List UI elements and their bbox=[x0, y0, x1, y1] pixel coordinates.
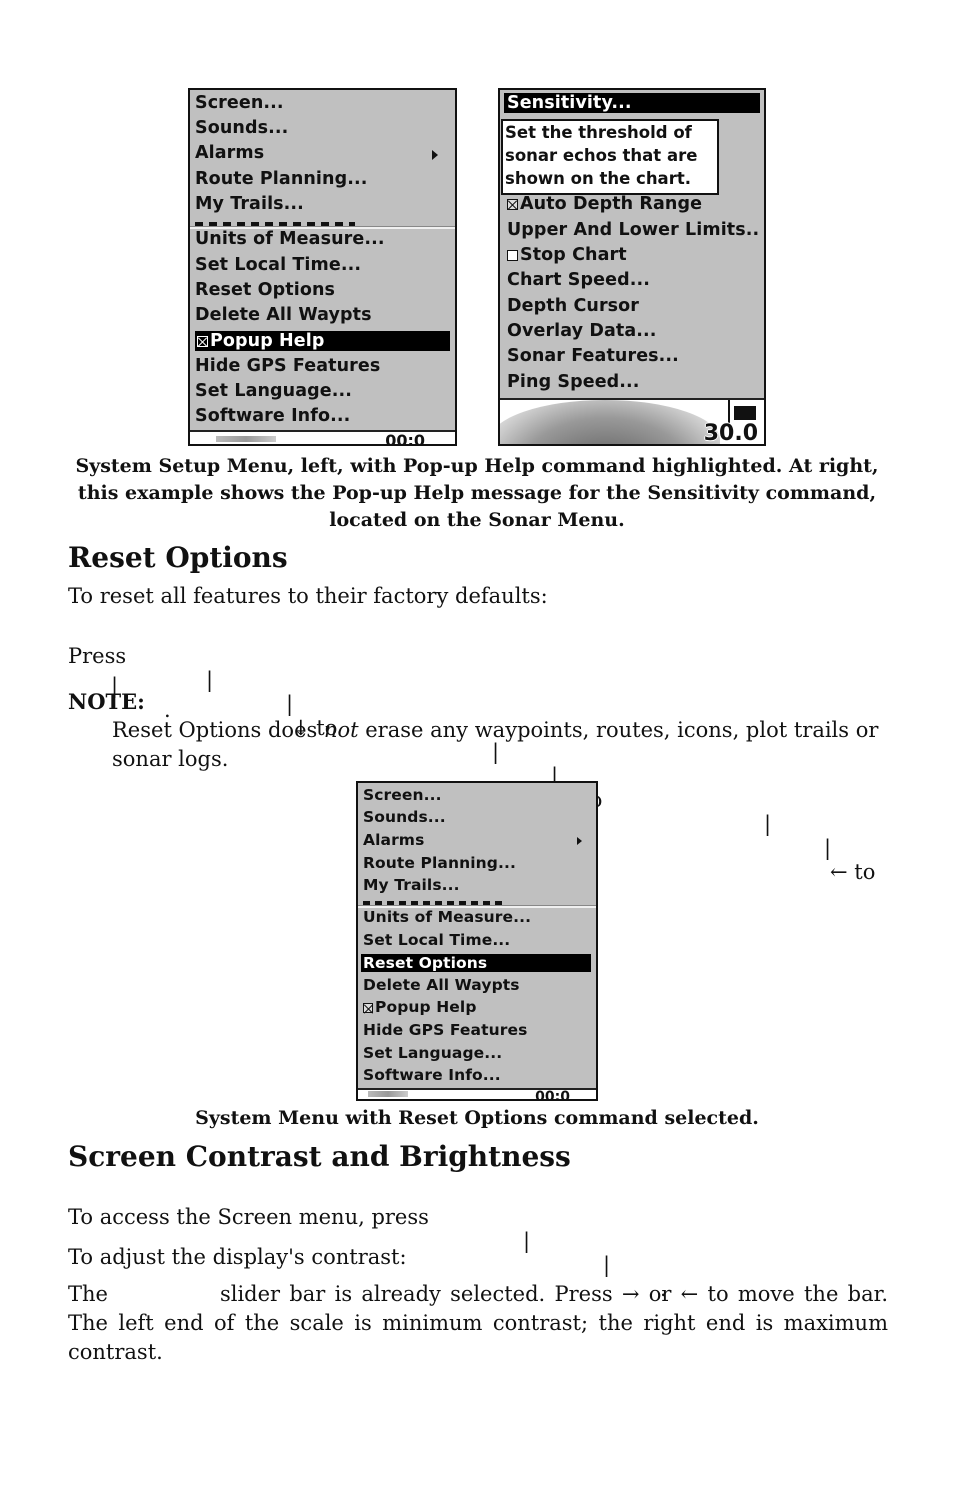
popup-help-line-1: Set the threshold of bbox=[505, 123, 692, 142]
menu-item-set-local-time: Set Local Time... bbox=[363, 931, 511, 949]
checkbox-checked-icon bbox=[507, 199, 518, 210]
menu-item-my-trails: My Trails... bbox=[363, 876, 460, 894]
adjust-contrast-the: The bbox=[68, 1282, 108, 1306]
menu-item-chart-speed: Chart Speed... bbox=[507, 270, 650, 290]
menu-item-stop-chart: Stop Chart bbox=[507, 245, 759, 265]
menu-item-alarms-label: Alarms bbox=[363, 831, 425, 849]
menu-item-sounds: Sounds... bbox=[195, 118, 289, 138]
submenu-arrow-icon bbox=[432, 150, 438, 160]
menu-item-ping-speed: Ping Speed... bbox=[507, 372, 640, 392]
footer-readout: 00:0 bbox=[385, 431, 425, 446]
system-menu-reset-screenshot: Screen... Sounds... Alarms Route Plannin… bbox=[356, 781, 598, 1101]
menu-item-set-language: Set Language... bbox=[363, 1044, 503, 1062]
reset-options-heading: Reset Options bbox=[68, 541, 288, 574]
menu-footer-background: 00:0 bbox=[358, 1088, 596, 1099]
figure1-caption: System Setup Menu, left, with Pop-up Hel… bbox=[75, 455, 879, 531]
menu-item-hide-gps-features: Hide GPS Features bbox=[363, 1021, 528, 1039]
menu-item-auto-depth-range-label: Auto Depth Range bbox=[520, 194, 703, 214]
reset-intro-text: To reset all features to their factory d… bbox=[68, 584, 548, 608]
menu-item-software-info: Software Info... bbox=[195, 406, 351, 426]
popup-help-line-3: shown on the chart. bbox=[505, 169, 691, 188]
popup-help-line-2: sonar echos that are bbox=[505, 146, 698, 165]
sonar-echo-image bbox=[500, 400, 720, 444]
checkbox-checked-icon bbox=[363, 1003, 373, 1013]
note-text-emphasis: not bbox=[323, 718, 359, 742]
menu-item-route-planning: Route Planning... bbox=[195, 169, 368, 189]
menu-item-delete-all-waypts: Delete All Waypts bbox=[195, 305, 372, 325]
menu-item-my-trails: My Trails... bbox=[195, 194, 304, 214]
adjust-contrast-body: slider bar is already selected. Press → … bbox=[68, 1282, 888, 1364]
menu-item-popup-help: Popup Help bbox=[363, 998, 591, 1016]
menu-item-alarms-label: Alarms bbox=[195, 143, 265, 163]
checkbox-unchecked-icon bbox=[507, 250, 518, 261]
footer-readout: 00:0 bbox=[535, 1089, 570, 1101]
adjust-contrast-intro: To adjust the display's contrast: bbox=[68, 1245, 407, 1269]
menu-item-popup-help-label: Popup Help bbox=[210, 331, 325, 351]
key-separator: | bbox=[286, 692, 294, 716]
menu-item-delete-all-waypts: Delete All Waypts bbox=[363, 976, 520, 994]
note-text: Reset Options does not erase any waypoin… bbox=[112, 716, 888, 774]
menu-item-upper-lower-limits: Upper And Lower Limits.. bbox=[507, 220, 760, 240]
screen-contrast-heading: Screen Contrast and Brightness bbox=[68, 1140, 571, 1173]
menu-item-units-of-measure: Units of Measure... bbox=[195, 229, 385, 249]
sonar-chart-fragment: 30.0 bbox=[500, 398, 764, 444]
menu-item-screen: Screen... bbox=[195, 93, 284, 113]
key-separator: | bbox=[603, 1253, 611, 1277]
menu-item-set-language: Set Language... bbox=[195, 381, 352, 401]
menu-item-auto-depth-range: Auto Depth Range bbox=[507, 194, 759, 214]
menu-item-reset-options: Reset Options bbox=[195, 280, 336, 300]
menu-item-stop-chart-label: Stop Chart bbox=[520, 245, 627, 265]
background-map-fragment bbox=[216, 436, 276, 442]
background-map-fragment bbox=[368, 1091, 408, 1097]
screen-access-line: To access the Screen menu, press | | . bbox=[68, 1181, 888, 1301]
menu-item-popup-help-label: Popup Help bbox=[375, 998, 477, 1016]
key-separator: | bbox=[824, 836, 832, 860]
note-text-pre: Reset Options does bbox=[112, 718, 324, 742]
figure2-caption: System Menu with Reset Options command s… bbox=[195, 1107, 759, 1129]
menu-item-reset-options-selected: Reset Options bbox=[361, 954, 591, 972]
system-setup-menu-screenshot: Screen... Sounds... Alarms Route Plannin… bbox=[188, 88, 457, 446]
note-label: NOTE: bbox=[68, 689, 145, 714]
key-separator: | bbox=[523, 1229, 531, 1253]
submenu-arrow-icon bbox=[577, 837, 582, 845]
reset-steps-line-1: Press | | ↓ to | | ↓ to | | ← to bbox=[68, 620, 888, 884]
menu-item-overlay-data: Overlay Data... bbox=[507, 321, 657, 341]
menu-item-software-info: Software Info... bbox=[363, 1066, 501, 1084]
sonar-menu-screenshot: Sensitivity... Set the threshold of sona… bbox=[498, 88, 766, 446]
menu-item-units-of-measure: Units of Measure... bbox=[363, 908, 532, 926]
checkbox-checked-icon bbox=[197, 336, 208, 347]
left-arrow-to-text: ← to bbox=[830, 860, 876, 884]
menu-item-screen: Screen... bbox=[363, 786, 442, 804]
menu-item-depth-cursor: Depth Cursor bbox=[507, 296, 640, 316]
depth-readout: 30.0 bbox=[703, 421, 758, 444]
key-separator: | bbox=[764, 812, 772, 836]
menu-footer-background: 00:0 bbox=[190, 430, 455, 444]
adjust-contrast-paragraph: The slider bar is already selected. Press… bbox=[68, 1280, 888, 1367]
popup-help-message: Set the threshold of sonar echos that ar… bbox=[501, 119, 719, 195]
menu-item-sonar-features: Sonar Features... bbox=[507, 346, 679, 366]
menu-item-alarms: Alarms bbox=[195, 143, 450, 163]
menu-item-sounds: Sounds... bbox=[363, 808, 446, 826]
menu-item-alarms: Alarms bbox=[363, 831, 591, 849]
menu-item-sensitivity-selected: Sensitivity... bbox=[504, 93, 760, 113]
transducer-icon bbox=[734, 406, 756, 420]
menu-item-route-planning: Route Planning... bbox=[363, 854, 516, 872]
menu-item-hide-gps-features: Hide GPS Features bbox=[195, 356, 381, 376]
screen-access-text: To access the Screen menu, press bbox=[68, 1205, 429, 1229]
menu-item-set-local-time: Set Local Time... bbox=[195, 255, 362, 275]
menu-item-popup-help-selected: Popup Help bbox=[195, 331, 450, 351]
reset-steps-line-2: | . bbox=[68, 650, 268, 722]
